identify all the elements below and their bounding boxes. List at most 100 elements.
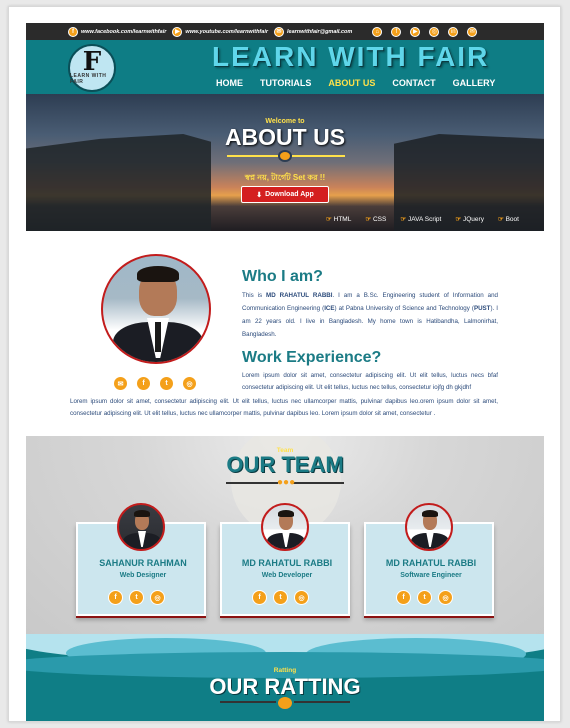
member-avatar (405, 503, 453, 551)
team-section: Team OUR TEAM ●●● SAHANUR RAHMAN Web Des… (26, 436, 544, 634)
nav-gallery[interactable]: GALLERY (453, 78, 496, 88)
rating-section: Ratting OUR RATTING (26, 634, 544, 721)
logo-caption: LEARN WITH FAIR (70, 73, 107, 85)
youtube-link[interactable]: ▶ www.youtube.com/learnwithfair (172, 26, 268, 37)
ticker-item[interactable]: ☞ JQuery (455, 215, 484, 223)
ticker-label: CSS (372, 216, 387, 223)
team-title: OUR TEAM (226, 452, 344, 477)
brand-title: LEARN WITH FAIR (212, 41, 490, 72)
rating-divider-left (220, 701, 276, 703)
site-frame: f www.facebook.com/learnwithfair ▶ www.y… (26, 23, 544, 721)
instagram-icon[interactable]: ◎ (150, 590, 165, 605)
youtube-icon[interactable]: ▶ (410, 26, 421, 37)
member-social-links: f t ◎ (396, 590, 453, 605)
nav-contact[interactable]: CONTACT (392, 78, 435, 88)
hero-ticker: ☞ HTML ☞ CSS ☞ JAVA Script ☞ JQuery ☞ Bo… (326, 215, 519, 223)
who-text: This is MD RAHATUL RABBI. I am a B.Sc. E… (242, 289, 498, 341)
eye-icon (278, 150, 292, 162)
member-social-links: f t ◎ (252, 590, 309, 605)
youtube-icon: ▶ (172, 26, 183, 37)
hand-pointer-icon: ☞ (326, 216, 332, 223)
instagram-icon[interactable]: ◎ (429, 26, 440, 37)
work-text: Lorem ipsum dolor sit amet, consectetur … (242, 372, 498, 391)
hand-pointer-icon: ☞ (455, 216, 462, 223)
work-text-extended: Lorem ipsum dolor sit amet, consectetur … (70, 398, 498, 417)
who-text-part: This is (242, 292, 267, 299)
member-name: SAHANUR RAHMAN (99, 558, 187, 568)
ticker-label: JAVA Script (408, 216, 442, 223)
avatar-hair (422, 510, 438, 517)
home-icon[interactable]: ⌂ (372, 26, 383, 37)
profile-social-links: ✉ f t ◎ (113, 376, 197, 391)
linkedin-icon[interactable]: in (448, 26, 459, 37)
member-name: MD RAHATUL RABBI (385, 558, 477, 568)
nav-about-us[interactable]: ABOUT US (328, 78, 375, 88)
work-heading: Work Experience? (242, 349, 382, 366)
facebook-icon: f (68, 26, 78, 37)
team-divider-right (292, 482, 344, 484)
facebook-icon[interactable]: f (396, 590, 411, 605)
instagram-icon[interactable]: ◎ (182, 376, 197, 391)
download-icon: ⬇ (256, 191, 263, 199)
mail-icon[interactable]: ✉ (467, 26, 478, 37)
ticker-item[interactable]: ☞ Boot (498, 215, 519, 223)
photo-hair (137, 266, 179, 282)
nav-tutorials[interactable]: TUTORIALS (260, 78, 311, 88)
nav-home[interactable]: HOME (216, 78, 243, 88)
main-nav: HOME TUTORIALS ABOUT US CONTACT GALLERY (216, 78, 495, 88)
facebook-icon[interactable]: f (252, 590, 267, 605)
facebook-icon[interactable]: f (108, 590, 123, 605)
who-name: MD RAHATUL RABBI (266, 292, 333, 299)
facebook-icon[interactable]: f (391, 26, 402, 37)
logo-letter: F (82, 47, 102, 77)
hand-pointer-icon: ☞ (365, 216, 372, 223)
twitter-icon[interactable]: t (273, 590, 288, 605)
ticker-label: HTML (333, 216, 352, 223)
who-pust: PUST (473, 305, 491, 312)
ticker-label: Boot (505, 216, 519, 223)
download-label: Download App (265, 191, 314, 198)
profile-photo (101, 254, 211, 364)
rating-divider-right (294, 701, 350, 703)
download-app-button[interactable]: ⬇ Download App (241, 186, 329, 203)
avatar-hair (134, 510, 150, 517)
who-text-part: ) at Pabna University of Science and Tec… (334, 305, 474, 312)
site-logo[interactable]: F LEARN WITH FAIR (68, 44, 116, 92)
facebook-url: www.facebook.com/learnwithfair (81, 28, 167, 35)
page-card: f www.facebook.com/learnwithfair ▶ www.y… (8, 6, 561, 722)
twitter-icon[interactable]: t (417, 590, 432, 605)
photo-tie (155, 322, 161, 352)
hand-pointer-icon: ☞ (400, 216, 407, 223)
twitter-icon[interactable]: t (159, 376, 174, 391)
mail-icon: ✉ (274, 26, 284, 37)
member-role: Web Designer (119, 572, 167, 579)
rating-subtitle: Ratting (273, 667, 297, 674)
hero-banner: Welcome to ABOUT US স্বপ্ন নয়, টার্গেট … (26, 94, 544, 231)
ticker-item[interactable]: ☞ CSS (365, 215, 386, 223)
ticker-item[interactable]: ☞ HTML (326, 215, 351, 223)
youtube-url: www.youtube.com/learnwithfair (185, 28, 268, 35)
member-name: MD RAHATUL RABBI (241, 558, 333, 568)
hero-title: ABOUT US (224, 124, 346, 150)
team-divider-left (226, 482, 278, 484)
ticker-label: JQuery (463, 216, 484, 223)
users-icon: ●●● (277, 477, 296, 488)
member-role: Software Engineer (400, 572, 462, 579)
site-header: F LEARN WITH FAIR LEARN WITH FAIR HOME T… (26, 40, 544, 94)
member-social-links: f t ◎ (108, 590, 165, 605)
ticker-item[interactable]: ☞ JAVA Script (400, 215, 441, 223)
email-link[interactable]: ✉ learnwithfair@gmail.com (274, 26, 353, 37)
email-address: learnwithfair@gmail.com (287, 28, 353, 35)
mail-icon[interactable]: ✉ (113, 376, 128, 391)
member-role: Web Developer (261, 572, 313, 579)
hand-pointer-icon: ☞ (497, 216, 504, 223)
twitter-icon[interactable]: t (129, 590, 144, 605)
top-bar: f www.facebook.com/learnwithfair ▶ www.y… (26, 23, 544, 40)
instagram-icon[interactable]: ◎ (438, 590, 453, 605)
member-avatar (261, 503, 309, 551)
facebook-link[interactable]: f www.facebook.com/learnwithfair (68, 26, 167, 37)
instagram-icon[interactable]: ◎ (294, 590, 309, 605)
facebook-icon[interactable]: f (136, 376, 151, 391)
who-ice: ICE (324, 305, 335, 312)
medal-icon (278, 697, 292, 709)
